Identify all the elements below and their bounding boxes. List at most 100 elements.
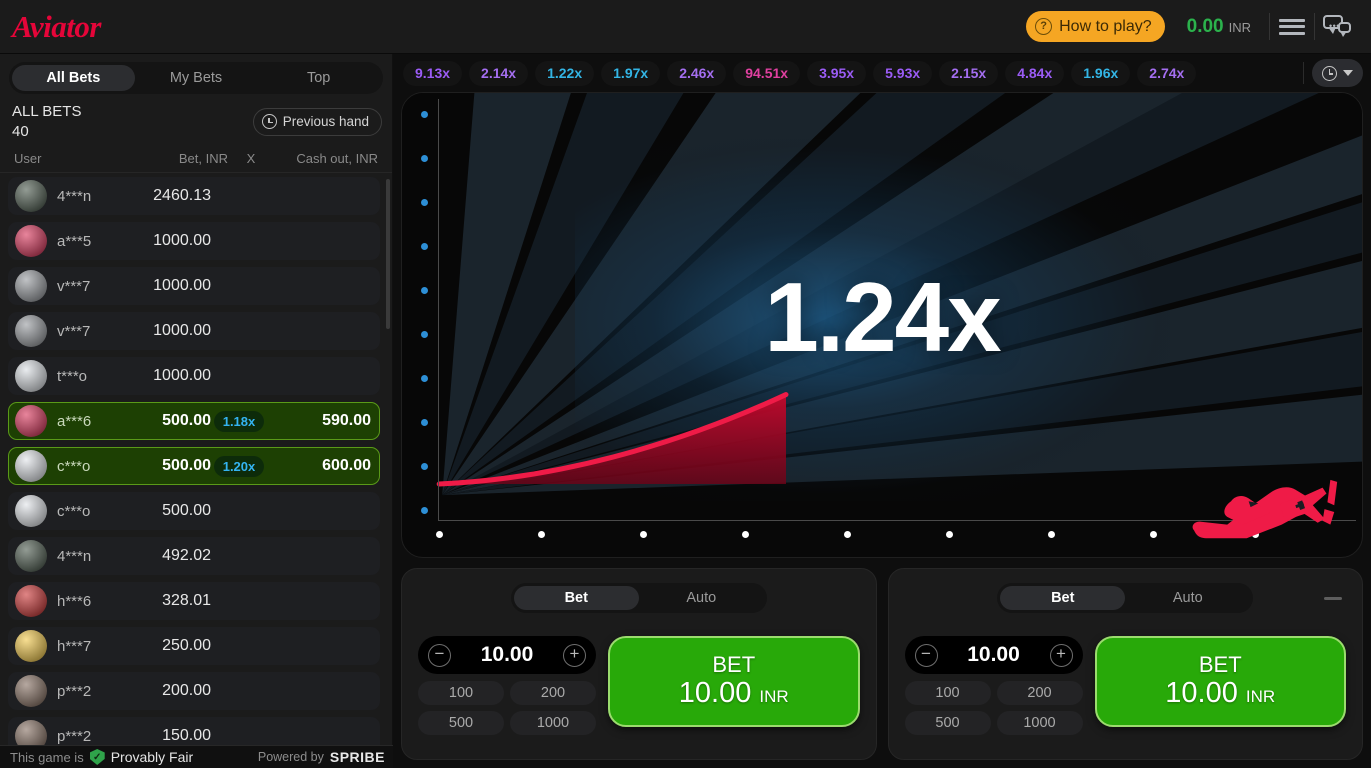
avatar	[15, 630, 47, 662]
x-axis-dot	[538, 531, 545, 538]
how-to-play-label: How to play?	[1059, 17, 1152, 35]
bet-user: p***2	[57, 727, 92, 745]
bet-user: 4***n	[57, 187, 92, 205]
bet-controls-row: − 10.00 +100 200 500 1000 BET 10.00 INR	[402, 636, 876, 735]
all-bets-header: ALL BETS 40 Previous hand	[0, 94, 392, 147]
bet-amount: 1000.00	[153, 322, 211, 339]
x-axis-dot	[640, 531, 647, 538]
avatar	[15, 225, 47, 257]
quick-amount-button[interactable]: 1000	[510, 711, 596, 735]
how-to-play-button[interactable]: ? How to play?	[1026, 11, 1165, 42]
history-chip[interactable]: 2.15x	[939, 60, 999, 86]
history-toggle-button[interactable]	[1312, 59, 1363, 87]
history-chip[interactable]: 2.74x	[1137, 60, 1197, 86]
bet-row[interactable]: h***7 250.00	[8, 627, 380, 665]
minus-circle-icon[interactable]: −	[428, 643, 451, 667]
bet-row[interactable]: 4***n 492.02	[8, 537, 380, 575]
bet-user: h***7	[57, 637, 92, 655]
bet-user: c***o	[57, 502, 91, 520]
multiplier-history-bar: 9.13x 2.14x 1.22x 1.97x 2.46x 94.51x 3.95x 5.93…	[393, 54, 1371, 92]
bet-mode-auto[interactable]: Auto	[1125, 586, 1250, 610]
quick-amount-button[interactable]: 500	[418, 711, 504, 735]
minus-circle-icon[interactable]: −	[914, 643, 938, 667]
bet-mode-auto[interactable]: Auto	[639, 586, 764, 610]
place-bet-button[interactable]: BET 10.00 INR	[608, 636, 860, 727]
quick-amount-button[interactable]: 100	[904, 681, 991, 705]
history-chip[interactable]: 4.84x	[1005, 60, 1065, 86]
x-axis-dot	[1150, 531, 1157, 538]
bet-button-amount: 10.00 INR	[678, 676, 789, 709]
bet-row[interactable]: a***6 500.00 1.18x 590.00	[8, 402, 380, 440]
bet-button-label: BET	[712, 652, 756, 678]
quantity-stepper: − 10.00 +	[904, 636, 1083, 674]
bet-amount: 1000.00	[153, 367, 211, 384]
bet-row[interactable]: c***o 500.00	[8, 492, 380, 530]
bet-user: a***6	[57, 412, 92, 430]
stake-value[interactable]: 10.00	[967, 643, 1020, 667]
bet-row[interactable]: v***7 1000.00	[8, 312, 380, 350]
y-axis-dot	[421, 243, 428, 250]
provably-fair-block[interactable]: This game is ✓ Provably Fair	[10, 749, 193, 765]
bet-panels: Bet Auto −10.00 +100 200 500 1000 BET 10.00 INR B…	[393, 558, 1371, 768]
bet-row[interactable]: h***6 328.01	[8, 582, 380, 620]
history-chip[interactable]: 1.22x	[535, 60, 595, 86]
quick-amount-button[interactable]: 200	[510, 681, 596, 705]
avatar	[15, 405, 47, 437]
column-bet: Bet, INR	[178, 151, 228, 166]
x-axis-dot	[1048, 531, 1055, 538]
place-bet-button[interactable]: BET 10.00 INR	[1094, 636, 1346, 727]
quick-amount-button[interactable]: 500	[904, 711, 991, 735]
quick-amount-button[interactable]: 200	[996, 681, 1083, 705]
bet-mode-bet[interactable]: Bet	[1000, 586, 1126, 610]
history-chip[interactable]: 3.95x	[807, 60, 867, 86]
history-chip[interactable]: 1.97x	[601, 60, 661, 86]
bet-list[interactable]: 4***n 2460.13 a***5 1000.00 v***7 1000.00 v***…	[0, 173, 392, 768]
bet-mode-bet[interactable]: Bet	[513, 586, 639, 610]
menu-button[interactable]	[1270, 7, 1314, 47]
bet-row[interactable]: v***7 1000.00	[8, 267, 380, 305]
x-axis-dot	[436, 531, 443, 538]
game-canvas[interactable]: 1.24x	[401, 92, 1363, 558]
all-bets-label: ALL BETS	[12, 103, 82, 120]
history-chip[interactable]: 1.96x	[1071, 60, 1131, 86]
quick-amount-grid: 100 200 500 1000	[904, 681, 1083, 735]
history-chip[interactable]: 5.93x	[873, 60, 933, 86]
avatar	[15, 315, 47, 347]
bet-row[interactable]: p***2 200.00	[8, 672, 380, 710]
avatar	[15, 270, 47, 302]
question-mark-icon: ?	[1035, 18, 1053, 35]
bet-amount: 1000.00	[153, 277, 211, 294]
bet-amount: 328.01	[162, 592, 211, 609]
plus-circle-icon[interactable]: +	[1049, 643, 1073, 667]
bet-row[interactable]: c***o 500.00 1.20x 600.00	[8, 447, 380, 485]
bet-amount: 492.02	[162, 547, 211, 564]
history-chip[interactable]: 2.14x	[469, 60, 529, 86]
tab-my-bets[interactable]: My Bets	[135, 65, 258, 91]
bet-amount: 150.00	[162, 727, 211, 744]
bet-row[interactable]: a***5 1000.00	[8, 222, 380, 260]
history-chip[interactable]: 2.46x	[667, 60, 727, 86]
previous-hand-button[interactable]: Previous hand	[252, 107, 382, 136]
status-badge: 1.20x	[213, 455, 265, 477]
history-chip[interactable]: 94.51x	[733, 60, 801, 86]
history-chip[interactable]: 9.13x	[403, 60, 463, 86]
stake-value[interactable]: 10.00	[481, 643, 534, 667]
game-stage-wrapper: 1.24x	[393, 92, 1371, 558]
chat-button[interactable]: •••	[1315, 7, 1359, 47]
aviator-logo: Aviator	[12, 8, 101, 44]
tab-top[interactable]: Top	[257, 65, 380, 91]
quick-amount-button[interactable]: 1000	[996, 711, 1083, 735]
plus-circle-icon[interactable]: +	[563, 643, 586, 667]
bet-row[interactable]: 4***n 2460.13	[8, 177, 380, 215]
bet-amount: 500.00	[162, 502, 211, 519]
collapse-minus-icon[interactable]	[1320, 587, 1346, 609]
bet-row[interactable]: t***o 1000.00	[8, 357, 380, 395]
bet-user: h***6	[57, 592, 92, 610]
bets-sidebar: All Bets My Bets Top ALL BETS 40 Previou…	[0, 54, 393, 768]
quick-amount-button[interactable]: 100	[418, 681, 504, 705]
bet-list-scrollbar[interactable]	[386, 179, 390, 329]
avatar	[15, 180, 47, 212]
tab-all-bets[interactable]: All Bets	[12, 65, 135, 91]
x-axis-dot	[844, 531, 851, 538]
history-toggle-group	[1303, 59, 1363, 87]
